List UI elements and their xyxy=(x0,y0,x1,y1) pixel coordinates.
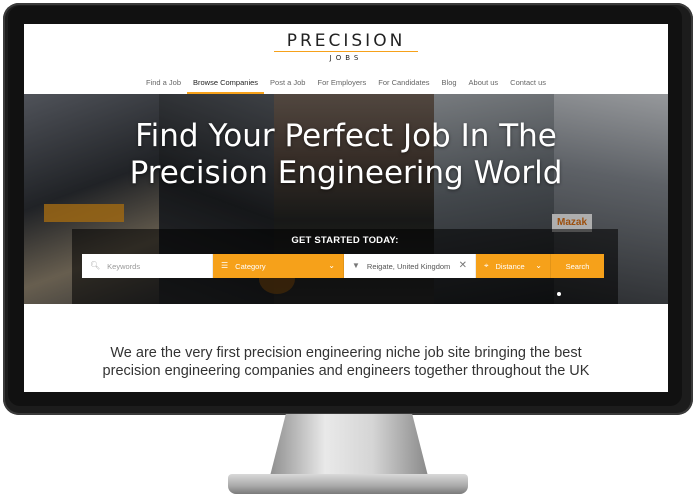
keywords-input[interactable]: 🔍︎ Keywords xyxy=(82,254,213,278)
get-started-heading: GET STARTED TODAY: xyxy=(291,235,399,246)
hero-title-line2: Precision Engineering World xyxy=(129,155,563,191)
distance-label: Distance xyxy=(495,261,525,271)
monitor-stand-neck xyxy=(270,414,428,476)
chevron-down-icon: ⌄ xyxy=(328,261,335,270)
monitor-screen: PRECISION JOBS Find a Job Browse Compani… xyxy=(24,24,668,392)
tagline-line1: We are the very first precision engineer… xyxy=(110,345,582,361)
hero-banner: Mazak Find Your Perfect Job In The Preci… xyxy=(24,94,668,304)
site-logo[interactable]: PRECISION JOBS xyxy=(264,32,428,64)
nav-find-a-job[interactable]: Find a Job xyxy=(140,76,187,92)
list-icon: ☰ xyxy=(221,261,229,270)
map-pin-icon: ▼ xyxy=(352,261,360,270)
nav-for-candidates[interactable]: For Candidates xyxy=(372,76,435,92)
search-button[interactable]: Search xyxy=(551,254,604,278)
chevron-down-icon: ⌄ xyxy=(535,261,542,270)
logo-wordmark: PRECISION xyxy=(286,31,406,51)
logo-divider xyxy=(274,51,418,52)
job-search-form: 🔍︎ Keywords ☰ Category ⌄ ▼ Reigate, Unit… xyxy=(82,254,604,278)
nav-blog[interactable]: Blog xyxy=(436,76,463,92)
nav-browse-companies[interactable]: Browse Companies xyxy=(187,76,265,94)
tagline-line2: precision engineering companies and engi… xyxy=(102,363,590,379)
main-nav: Find a Job Browse Companies Post a Job F… xyxy=(24,76,668,94)
nav-post-a-job[interactable]: Post a Job xyxy=(264,76,311,92)
location-input[interactable]: ▼ Reigate, United Kingdom ✕ xyxy=(344,254,476,278)
hero-title-line1: Find Your Perfect Job In The xyxy=(135,118,557,154)
logo-subtitle: JOBS xyxy=(329,54,363,62)
slider-dot[interactable] xyxy=(557,292,561,296)
close-icon[interactable]: ✕ xyxy=(459,261,467,271)
distance-select[interactable]: ⌖ Distance ⌄ xyxy=(476,254,551,278)
monitor-stand-base xyxy=(228,474,468,494)
category-select[interactable]: ☰ Category ⌄ xyxy=(213,254,344,278)
site-header: PRECISION JOBS Find a Job Browse Compani… xyxy=(24,24,668,94)
category-label: Category xyxy=(235,261,266,271)
search-icon: 🔍︎ xyxy=(90,261,101,270)
site-tagline: We are the very first precision engineer… xyxy=(64,344,628,380)
nav-for-employers[interactable]: For Employers xyxy=(311,76,372,92)
hero-title: Find Your Perfect Job In The Precision E… xyxy=(24,118,668,192)
location-value: Reigate, United Kingdom xyxy=(366,261,451,271)
nav-contact-us[interactable]: Contact us xyxy=(504,76,552,92)
keywords-placeholder: Keywords xyxy=(107,261,141,271)
nav-about-us[interactable]: About us xyxy=(463,76,505,92)
crosshair-icon: ⌖ xyxy=(484,261,489,270)
